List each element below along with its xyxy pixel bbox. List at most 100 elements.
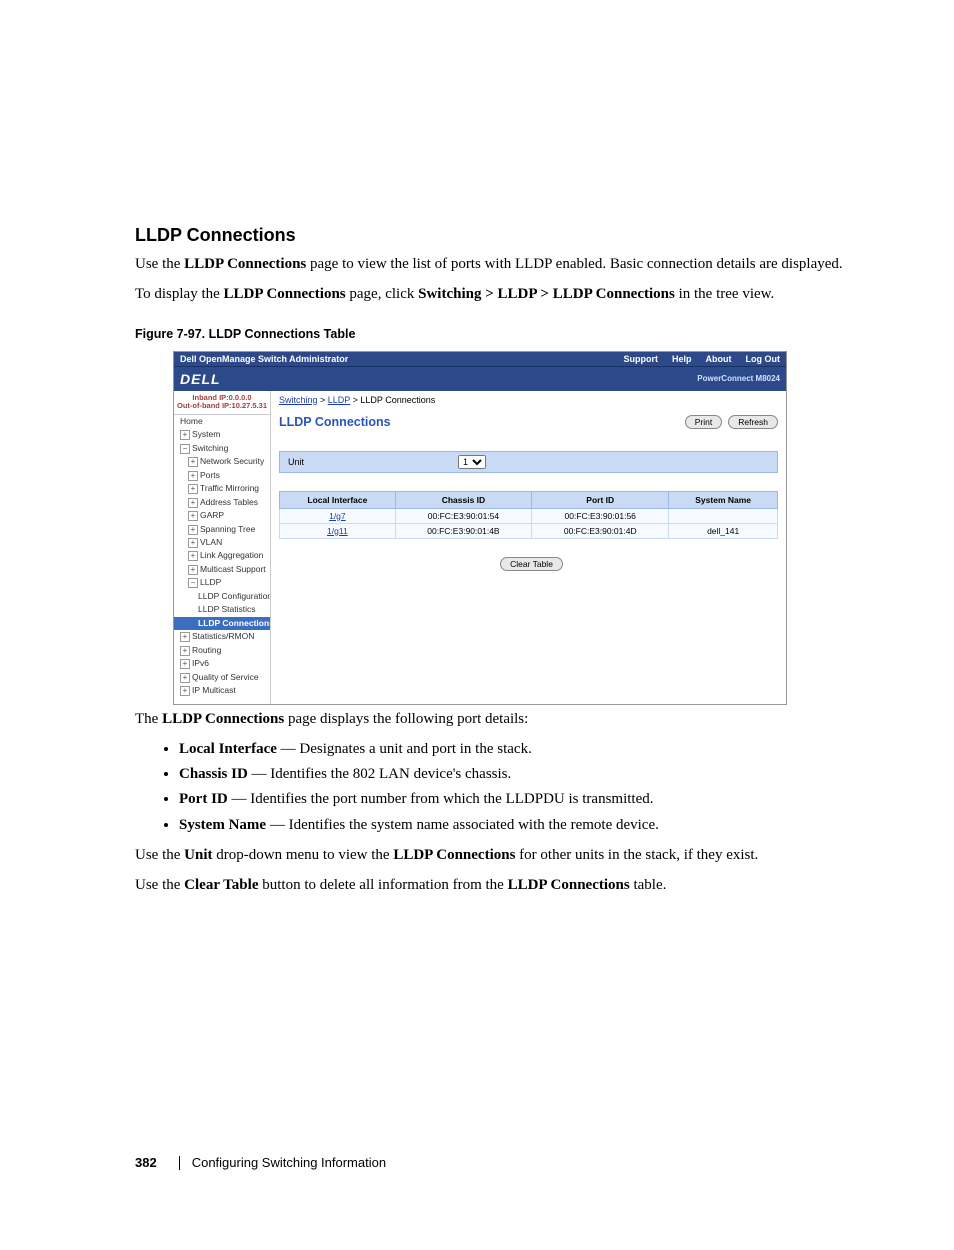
tree-node[interactable]: +Link Aggregation xyxy=(174,549,270,562)
logout-link[interactable]: Log Out xyxy=(746,354,781,364)
expand-icon[interactable]: + xyxy=(180,686,190,696)
term: System Name xyxy=(179,817,266,833)
text: button to delete all information from th… xyxy=(258,877,507,893)
tree-label: Address Tables xyxy=(200,497,258,507)
cell-system: dell_141 xyxy=(669,523,778,538)
tree-node[interactable]: +Ports xyxy=(174,469,270,482)
text-bold: Clear Table xyxy=(184,877,258,893)
table-header-row: Local Interface Chassis ID Port ID Syste… xyxy=(280,491,778,508)
expand-icon[interactable]: + xyxy=(188,511,198,521)
expand-icon[interactable]: + xyxy=(180,430,190,440)
tree-label: LLDP Configuration xyxy=(198,591,270,601)
tree-node[interactable]: +IP Multicast xyxy=(174,684,270,697)
tree-node[interactable]: Home xyxy=(174,415,270,428)
tree-label: Ports xyxy=(200,470,220,480)
expand-icon[interactable]: + xyxy=(180,646,190,656)
tree-label: Network Security xyxy=(200,456,264,466)
connections-table: Local Interface Chassis ID Port ID Syste… xyxy=(279,491,778,539)
tree-node[interactable]: LLDP Statistics xyxy=(174,603,270,616)
model-label: PowerConnect M8024 xyxy=(697,374,780,383)
tree-node[interactable]: +Spanning Tree xyxy=(174,523,270,536)
breadcrumb-current: LLDP Connections xyxy=(360,395,435,405)
table-row: 1/g700:FC:E3:90:01:5400:FC:E3:90:01:56 xyxy=(280,508,778,523)
tree-label: Switching xyxy=(192,443,228,453)
tree-node[interactable]: +Address Tables xyxy=(174,496,270,509)
cell-port: 00:FC:E3:90:01:56 xyxy=(532,508,669,523)
unit-label: Unit xyxy=(288,457,458,467)
text-bold: LLDP Connections xyxy=(162,711,284,727)
help-link[interactable]: Help xyxy=(672,354,692,364)
text: Use the xyxy=(135,877,184,893)
text: Use the xyxy=(135,847,184,863)
expand-icon[interactable]: + xyxy=(180,673,190,683)
tree-label: Quality of Service xyxy=(192,672,259,682)
unit-select[interactable]: 1 xyxy=(458,455,486,469)
clear-note-paragraph: Use the Clear Table button to delete all… xyxy=(135,875,844,895)
expand-icon[interactable]: + xyxy=(188,551,198,561)
tree-node[interactable]: +Multicast Support xyxy=(174,563,270,576)
local-interface-link[interactable]: 1/g11 xyxy=(327,526,348,536)
local-interface-link[interactable]: 1/g7 xyxy=(329,511,346,521)
tree-node[interactable]: LLDP Connections xyxy=(174,617,270,630)
tree-node[interactable]: −LLDP xyxy=(174,576,270,589)
col-local-interface: Local Interface xyxy=(280,491,396,508)
col-chassis-id: Chassis ID xyxy=(395,491,531,508)
expand-icon[interactable]: + xyxy=(188,484,198,494)
tree-node[interactable]: +Statistics/RMON xyxy=(174,630,270,643)
print-button[interactable]: Print xyxy=(685,415,722,429)
about-link[interactable]: About xyxy=(706,354,732,364)
unit-selector-bar: Unit 1 xyxy=(279,451,778,473)
collapse-icon[interactable]: − xyxy=(188,578,198,588)
app-title: Dell OpenManage Switch Administrator xyxy=(180,354,609,364)
tree-label: IPv6 xyxy=(192,658,209,668)
page-title: LLDP Connections xyxy=(279,415,679,429)
tree-label: Home xyxy=(180,416,203,426)
tree-node[interactable]: +System xyxy=(174,428,270,441)
cell-local: 1/g11 xyxy=(280,523,396,538)
list-item: Port ID — Identifies the port number fro… xyxy=(179,789,844,809)
expand-icon[interactable]: + xyxy=(180,632,190,642)
expand-icon[interactable]: + xyxy=(188,565,198,575)
support-link[interactable]: Support xyxy=(623,354,658,364)
tree-label: GARP xyxy=(200,510,224,520)
text: Use the xyxy=(135,256,184,272)
collapse-icon[interactable]: − xyxy=(180,444,190,454)
refresh-button[interactable]: Refresh xyxy=(728,415,778,429)
cell-local: 1/g7 xyxy=(280,508,396,523)
tree-node[interactable]: +Traffic Mirroring xyxy=(174,482,270,495)
tree-label: Multicast Support xyxy=(200,564,266,574)
expand-icon[interactable]: + xyxy=(188,538,198,548)
tree-node[interactable]: +Quality of Service xyxy=(174,671,270,684)
expand-icon[interactable]: + xyxy=(188,498,198,508)
tree-node[interactable]: LLDP Configuration xyxy=(174,590,270,603)
tree-node[interactable]: +Routing xyxy=(174,644,270,657)
tree-label: Routing xyxy=(192,645,221,655)
expand-icon[interactable]: + xyxy=(188,457,198,467)
tree-node[interactable]: +Network Security xyxy=(174,455,270,468)
breadcrumb-lldp[interactable]: LLDP xyxy=(328,395,350,405)
tree-node[interactable]: −Switching xyxy=(174,442,270,455)
text-bold: LLDP Connections xyxy=(508,877,630,893)
definition: — Identifies the system name associated … xyxy=(266,817,659,833)
tree-node[interactable]: +VLAN xyxy=(174,536,270,549)
breadcrumb-switching[interactable]: Switching xyxy=(279,395,318,405)
expand-icon[interactable]: + xyxy=(188,471,198,481)
expand-icon[interactable]: + xyxy=(188,525,198,535)
tree-label: LLDP xyxy=(200,577,221,587)
outband-ip: Out-of-band IP:10.27.5.31 xyxy=(174,402,270,411)
tree-label: IP Multicast xyxy=(192,685,236,695)
tree-node[interactable]: +IPv6 xyxy=(174,657,270,670)
cell-chassis: 00:FC:E3:90:01:4B xyxy=(395,523,531,538)
list-item: Chassis ID — Identifies the 802 LAN devi… xyxy=(179,764,844,784)
tree-label: Statistics/RMON xyxy=(192,631,254,641)
clear-table-button[interactable]: Clear Table xyxy=(500,557,563,571)
app-topbar: Dell OpenManage Switch Administrator Sup… xyxy=(174,352,786,366)
table-row: 1/g1100:FC:E3:90:01:4B00:FC:E3:90:01:4Dd… xyxy=(280,523,778,538)
footer-divider xyxy=(179,1156,180,1170)
cell-system xyxy=(669,508,778,523)
expand-icon[interactable]: + xyxy=(180,659,190,669)
text-bold: LLDP Connections xyxy=(393,847,515,863)
tree-node[interactable]: +GARP xyxy=(174,509,270,522)
ip-info: Inband IP:0.0.0.0 Out-of-band IP:10.27.5… xyxy=(174,391,270,415)
page-footer: 382 Configuring Switching Information xyxy=(135,1155,844,1170)
